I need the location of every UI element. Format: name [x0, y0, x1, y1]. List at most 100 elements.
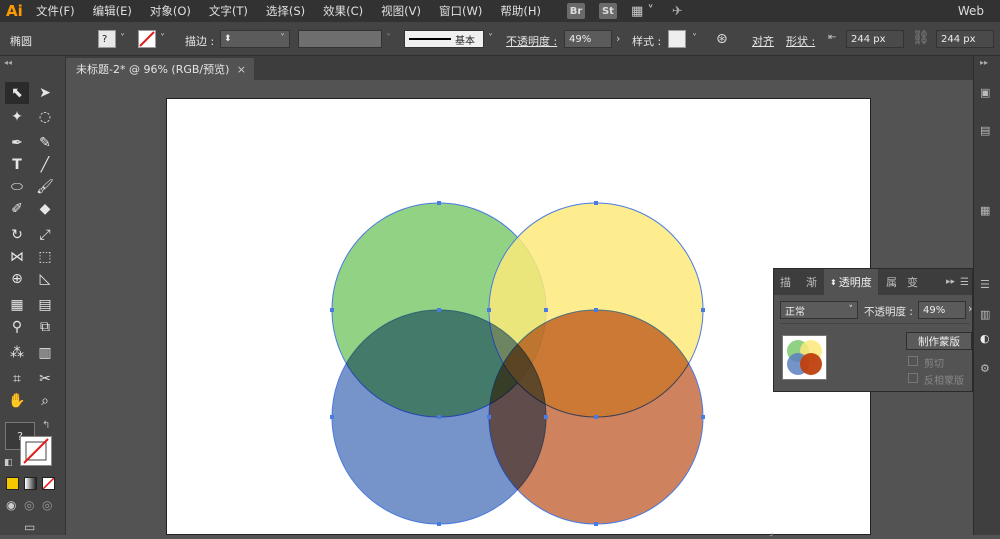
eraser-tool-icon[interactable]: ◆: [33, 198, 57, 220]
rotate-tool-icon[interactable]: ↻: [5, 224, 29, 246]
brush-definition[interactable]: 基本: [404, 30, 484, 48]
anchor-point[interactable]: [437, 522, 441, 526]
shaper-tool-icon[interactable]: ✐: [5, 198, 29, 220]
workspace-switcher[interactable]: Web: [958, 4, 984, 18]
tab-transform[interactable]: 变: [907, 269, 918, 295]
column-graph-tool-icon[interactable]: ▥: [33, 342, 57, 364]
menu-effect[interactable]: 效果(C): [323, 3, 363, 19]
gradient-tool-icon[interactable]: ▤: [33, 294, 57, 316]
fill-swatch[interactable]: ?: [98, 30, 116, 48]
gpu-rocket-icon[interactable]: ✈: [672, 4, 683, 19]
gradient-mode-button[interactable]: [24, 477, 37, 490]
panel-more-icon[interactable]: ▸▸: [946, 269, 955, 295]
menu-file[interactable]: 文件(F): [36, 3, 75, 19]
paintbrush-tool-icon[interactable]: 🖌: [33, 176, 57, 198]
style-chevron-icon[interactable]: ˅: [692, 33, 697, 44]
anchor-point[interactable]: [487, 415, 491, 419]
arrange-documents-icon[interactable]: ▦ ˅: [631, 4, 654, 19]
graphic-style-swatch[interactable]: [668, 30, 686, 48]
pen-tool-icon[interactable]: ✒: [5, 132, 29, 154]
default-fill-stroke-icon[interactable]: ◧: [4, 458, 13, 468]
panel-menu-icon[interactable]: ☰: [960, 269, 969, 295]
fill-chevron-icon[interactable]: ˅: [120, 33, 125, 44]
opacity-input[interactable]: 49%: [564, 30, 612, 48]
menu-help[interactable]: 帮助(H): [500, 3, 541, 19]
draw-inside-icon[interactable]: ◎: [42, 498, 52, 512]
anchor-point[interactable]: [544, 415, 548, 419]
shape-builder-tool-icon[interactable]: ⊕: [5, 268, 29, 290]
draw-normal-icon[interactable]: ◉: [6, 498, 16, 512]
free-transform-tool-icon[interactable]: ⬚: [33, 246, 57, 268]
anchor-point[interactable]: [330, 308, 334, 312]
color-mode-button[interactable]: [6, 477, 19, 490]
dock-icon-6[interactable]: ⚙: [980, 362, 990, 375]
panel-opacity-arrow-icon[interactable]: ›: [968, 302, 972, 315]
menu-view[interactable]: 视图(V): [381, 3, 421, 19]
symbol-sprayer-tool-icon[interactable]: ⁂: [5, 342, 29, 364]
draw-behind-icon[interactable]: ◎: [24, 498, 34, 512]
width-input[interactable]: 244 px: [846, 30, 904, 48]
stroke-swatch[interactable]: [138, 30, 156, 48]
dock-icon-transparency[interactable]: ◐: [980, 332, 990, 345]
tab-stroke[interactable]: 描: [780, 269, 791, 295]
ellipse-tool-icon[interactable]: ⬭: [5, 176, 29, 198]
stroke-chevron-icon[interactable]: ˅: [160, 33, 165, 44]
anchor-point[interactable]: [487, 308, 491, 312]
bridge-button[interactable]: Br: [566, 3, 585, 19]
direct-selection-tool-icon[interactable]: ➤: [33, 82, 57, 104]
profile-chevron-icon[interactable]: ˅: [386, 33, 391, 44]
line-tool-icon[interactable]: ╱: [33, 154, 57, 176]
opacity-label[interactable]: 不透明度 :: [506, 33, 557, 49]
menu-window[interactable]: 窗口(W): [439, 3, 482, 19]
anchor-point[interactable]: [437, 308, 441, 312]
curvature-tool-icon[interactable]: ✎: [33, 132, 57, 154]
align-label[interactable]: 对齐: [752, 33, 774, 49]
anchor-point[interactable]: [594, 201, 598, 205]
tab-transparency[interactable]: ⬍ 透明度: [824, 269, 878, 295]
brush-chevron-icon[interactable]: ˅: [488, 33, 493, 44]
shape-label[interactable]: 形状 :: [786, 33, 815, 49]
selection-tool-icon[interactable]: ⬉: [5, 82, 29, 104]
anchor-point[interactable]: [544, 308, 548, 312]
anchor-point[interactable]: [701, 415, 705, 419]
stroke-weight-chevron-icon[interactable]: ˅: [280, 33, 285, 44]
anchor-point[interactable]: [594, 415, 598, 419]
constrain-proportions-icon[interactable]: ⛓: [912, 30, 930, 46]
anchor-point[interactable]: [594, 308, 598, 312]
menu-select[interactable]: 选择(S): [266, 3, 305, 19]
stepper-icon[interactable]: ⬍: [224, 34, 232, 44]
menu-type[interactable]: 文字(T): [209, 3, 248, 19]
anchor-point[interactable]: [594, 522, 598, 526]
hand-tool-icon[interactable]: ✋: [5, 390, 29, 412]
dock-icon-4[interactable]: ☰: [980, 278, 990, 291]
expand-dock-icon[interactable]: ▸▸: [980, 58, 988, 67]
height-input[interactable]: 244 px: [936, 30, 994, 48]
none-mode-button[interactable]: [42, 477, 55, 490]
blend-tool-icon[interactable]: ⧉: [33, 316, 57, 338]
scale-tool-icon[interactable]: ⤢: [33, 224, 57, 246]
dock-icon-2[interactable]: ▤: [980, 124, 990, 137]
make-mask-button[interactable]: 制作蒙版: [906, 332, 972, 350]
screen-mode-icon[interactable]: ▭: [24, 520, 35, 534]
clip-checkbox[interactable]: [908, 356, 918, 366]
stroke-color-box[interactable]: [20, 436, 52, 466]
object-thumbnail[interactable]: [782, 335, 827, 380]
anchor-point[interactable]: [701, 308, 705, 312]
menu-edit[interactable]: 编辑(E): [93, 3, 132, 19]
type-tool-icon[interactable]: T: [5, 154, 29, 176]
recolor-artwork-icon[interactable]: ⊛: [716, 31, 728, 47]
zoom-tool-icon[interactable]: ⌕: [33, 390, 57, 412]
artboard[interactable]: [166, 98, 871, 535]
slice-tool-icon[interactable]: ✂: [33, 368, 57, 390]
stock-button[interactable]: St: [598, 3, 617, 19]
variable-width-profile[interactable]: [298, 30, 382, 48]
artboard-tool-icon[interactable]: ⌗: [5, 368, 29, 390]
blend-mode-select[interactable]: 正常 ˅: [780, 301, 858, 319]
width-tool-icon[interactable]: ⋈: [5, 246, 29, 268]
anchor-point[interactable]: [437, 201, 441, 205]
swap-fill-stroke-icon[interactable]: ↰: [42, 420, 50, 431]
dock-icon-3[interactable]: ▦: [980, 204, 990, 217]
tab-attributes[interactable]: 属: [886, 269, 897, 295]
panel-opacity-input[interactable]: 49%: [918, 301, 966, 319]
invert-mask-checkbox[interactable]: [908, 373, 918, 383]
